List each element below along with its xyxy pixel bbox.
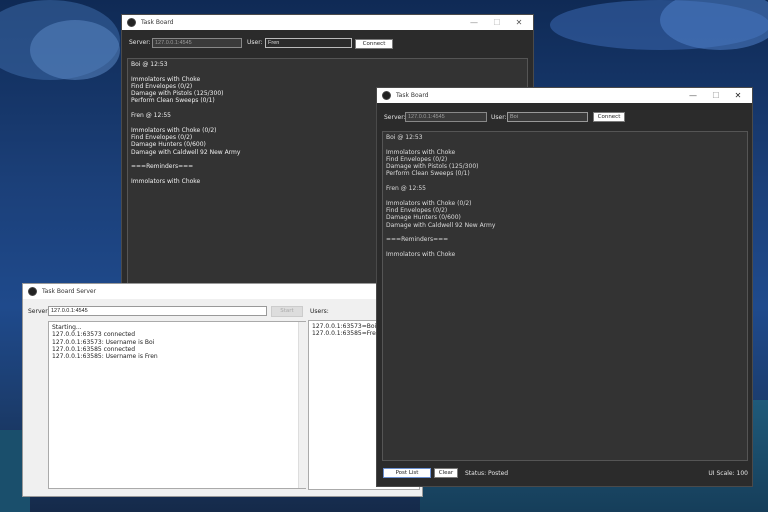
user-label: User: [247,39,263,46]
close-icon[interactable]: ✕ [727,88,749,103]
task-line: Fren @ 12:55 [386,185,426,193]
title-bar: Task Board — ☐ ✕ [122,15,533,30]
task-line: Find Envelopes (0/2) [386,155,448,163]
task-line [386,243,744,250]
window-title: Task Board [396,92,429,99]
ui-scale-text: UI Scale: 100 [708,470,748,477]
log-line: Starting... [52,324,82,331]
app-icon [382,91,391,100]
cloud-decoration [30,20,120,80]
user-input[interactable] [265,38,352,48]
log-line: 127.0.0.1:63573: Username is Boi [52,338,155,346]
server-label: Server: [129,39,151,46]
start-button[interactable]: Start [271,306,303,317]
title-bar: Task Board Server [23,284,422,299]
task-line [386,192,744,199]
app-icon [127,18,136,27]
task-line: ===Reminders=== [386,236,449,244]
maximize-icon[interactable]: ☐ [705,88,727,103]
connect-button[interactable]: Connect [593,112,625,122]
clear-button[interactable]: Clear [434,468,458,478]
task-line: Find Envelopes (0/2) [386,206,448,214]
server-input[interactable] [405,112,487,122]
task-board-window-front: Task Board — ☐ ✕ Server: User: Connect B… [376,87,753,487]
user-label: User: [491,114,507,121]
task-line: Immolators with Choke (0/2) [386,199,472,207]
app-icon [28,287,37,296]
users-label: Users: [310,308,329,315]
task-board-server-window: Task Board Server Server: Start Users: S… [22,283,423,497]
minimize-icon[interactable]: — [463,15,485,30]
task-line [386,178,744,185]
connect-button[interactable]: Connect [355,39,393,49]
log-scrollbar[interactable] [298,322,306,488]
task-line: Immolators with Choke [386,250,456,258]
task-line: Perform Clean Sweeps (0/1) [386,170,470,178]
server-input[interactable] [152,38,242,48]
task-list-panel: Boi @ 12:53 Immolators with Choke Find En… [382,131,748,461]
window-title: Task Board [141,19,174,26]
window-title: Task Board Server [42,288,97,295]
task-line: Damage with Pistols (125/300) [386,163,479,171]
status-text: Status: Posted [465,470,509,477]
log-line: 127.0.0.1:63573 connected [52,331,136,339]
task-line [386,141,744,148]
log-line: 127.0.0.1:63585: Username is Fren [52,353,158,361]
log-line: 127.0.0.1:63585 connected [52,345,136,353]
minimize-icon[interactable]: — [682,88,704,103]
server-input[interactable] [48,306,267,316]
maximize-icon[interactable]: ☐ [486,15,508,30]
task-line: Immolators with Choke [386,148,456,156]
task-line: Boi @ 12:53 [386,134,423,141]
server-label: Server: [28,308,50,315]
task-line: Damage Hunters (0/600) [386,214,461,222]
server-log-panel: Starting... 127.0.0.1:63573 connected 127.… [48,321,306,489]
task-line [131,68,524,75]
task-line: Boi @ 12:53 [131,61,168,68]
server-label: Server: [384,114,406,121]
task-line: Immolators with Choke [131,75,201,83]
task-line: Damage with Caldwell 92 New Army [386,221,496,229]
post-list-button[interactable]: Post List [383,468,431,478]
title-bar: Task Board — ☐ ✕ [377,88,752,103]
close-icon[interactable]: ✕ [508,15,530,30]
user-input[interactable] [507,112,588,122]
task-line [386,229,744,236]
